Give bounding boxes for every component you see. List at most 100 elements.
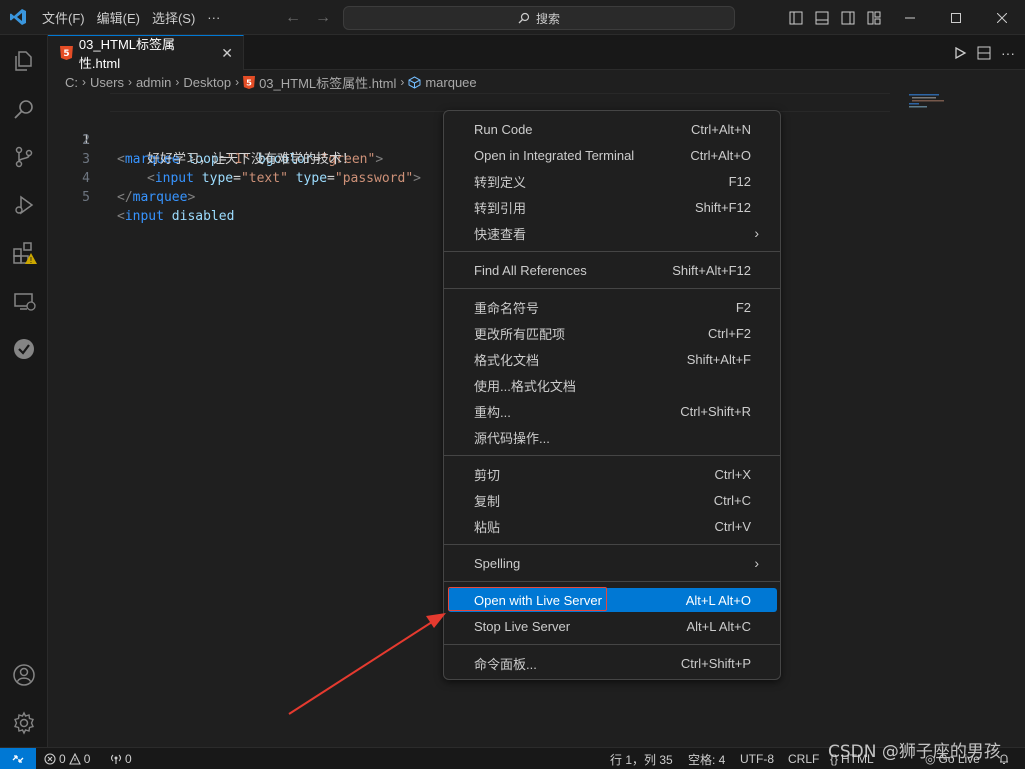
- menu-item-go-to-references[interactable]: 转到引用 Shift+F12: [448, 195, 777, 219]
- toggle-primary-sidebar-icon[interactable]: [783, 0, 809, 35]
- chevron-right-icon: ›: [235, 75, 240, 89]
- ports-indicator[interactable]: 0: [110, 748, 132, 769]
- chevron-right-icon: ›: [82, 75, 86, 89]
- command-center-search[interactable]: 搜索: [343, 6, 735, 30]
- menu-item-find-all-references[interactable]: Find All References Shift+Alt+F12: [448, 258, 777, 282]
- menu-item-stop-live-server[interactable]: Stop Live Server Alt+L Alt+C: [448, 614, 777, 638]
- menu-item-spelling[interactable]: Spelling ›: [448, 551, 777, 575]
- minimize-button[interactable]: [887, 0, 933, 35]
- close-window-button[interactable]: [979, 0, 1025, 35]
- settings-gear-icon[interactable]: [0, 699, 48, 747]
- svg-text:!: !: [29, 256, 32, 265]
- chevron-right-icon: ›: [754, 225, 759, 241]
- menu-item-shortcut: Shift+Alt+F: [686, 351, 751, 367]
- menu-item-shortcut: Shift+Alt+F12: [672, 262, 751, 278]
- menu-item-open-terminal[interactable]: Open in Integrated Terminal Ctrl+Alt+O: [448, 143, 777, 167]
- menu-item-cut[interactable]: 剪切 Ctrl+X: [448, 462, 777, 486]
- encoding[interactable]: UTF-8: [740, 748, 774, 769]
- menu-item-run-code[interactable]: Run Code Ctrl+Alt+N: [448, 117, 777, 141]
- menu-separator: [444, 288, 780, 289]
- forward-arrow-icon[interactable]: →: [315, 9, 331, 27]
- breadcrumb-admin[interactable]: admin: [136, 75, 171, 90]
- menu-item-label: Open in Integrated Terminal: [474, 147, 635, 163]
- menu-item-label: 转到定义: [474, 174, 527, 190]
- error-count: 0: [59, 752, 66, 766]
- chevron-right-icon: ›: [175, 75, 180, 89]
- remote-explorer-icon[interactable]: [0, 277, 48, 325]
- menu-item-label: Spelling: [474, 555, 521, 571]
- menu-item-shortcut: Alt+L Alt+O: [685, 592, 751, 608]
- menu-item-label: 重构...: [474, 404, 511, 420]
- menu-item-format-document-with[interactable]: 使用...格式化文档: [448, 373, 777, 397]
- menu-item-refactor[interactable]: 重构... Ctrl+Shift+R: [448, 399, 777, 423]
- warning-icon: [68, 753, 81, 765]
- maximize-button[interactable]: [933, 0, 979, 35]
- breadcrumb-users[interactable]: Users: [90, 75, 124, 90]
- breadcrumb-symbol[interactable]: marquee: [425, 75, 476, 90]
- menu-item-label: 格式化文档: [474, 352, 540, 368]
- menu-item-shortcut: Ctrl+X: [714, 466, 751, 482]
- tab-label: 03_HTML标签属性.html: [78, 37, 176, 71]
- token: >: [187, 190, 196, 205]
- breadcrumb-drive[interactable]: C:: [65, 75, 78, 90]
- ports-count: 0: [125, 752, 132, 766]
- menu-selection[interactable]: 选择(S): [146, 0, 201, 35]
- indentation[interactable]: 空格: 4: [688, 748, 725, 769]
- split-editor-icon[interactable]: [977, 46, 991, 60]
- menu-item-label: Find All References: [474, 262, 587, 278]
- run-debug-icon[interactable]: [0, 181, 48, 229]
- menu-item-shortcut: Ctrl+Alt+N: [691, 121, 751, 137]
- search-icon: [518, 12, 530, 24]
- minimap[interactable]: [908, 93, 948, 113]
- customize-layout-icon[interactable]: [861, 0, 887, 35]
- toggle-secondary-sidebar-icon[interactable]: [835, 0, 861, 35]
- menu-item-shortcut: Ctrl+Shift+R: [680, 403, 751, 419]
- remote-indicator-icon[interactable]: [0, 748, 36, 769]
- chevron-right-icon: ›: [754, 555, 759, 571]
- vscode-logo-icon: [0, 0, 36, 35]
- svg-text:5: 5: [246, 77, 252, 87]
- tab-html-file[interactable]: 5 03_HTML标签属性.html ✕: [48, 35, 244, 71]
- menu-item-format-document[interactable]: 格式化文档 Shift+Alt+F: [448, 347, 777, 371]
- search-view-icon[interactable]: [0, 85, 48, 133]
- menu-item-copy[interactable]: 复制 Ctrl+C: [448, 488, 777, 512]
- menu-item-source-action[interactable]: 源代码操作...: [448, 425, 777, 449]
- menu-item-label: 源代码操作...: [474, 430, 550, 446]
- menu-item-label: 转到引用: [474, 200, 527, 216]
- cursor-position[interactable]: 行 1，列 35: [610, 748, 673, 769]
- breadcrumb-file[interactable]: 03_HTML标签属性.html: [259, 73, 396, 92]
- tab-close-icon[interactable]: ✕: [221, 45, 233, 62]
- menu-separator: [444, 455, 780, 456]
- activity-bar: !: [0, 35, 48, 747]
- menu-item-rename-symbol[interactable]: 重命名符号 F2: [448, 295, 777, 319]
- menu-file[interactable]: 文件(F): [36, 0, 91, 35]
- menu-item-go-to-definition[interactable]: 转到定义 F12: [448, 169, 777, 193]
- accounts-icon[interactable]: [0, 651, 48, 699]
- menu-more[interactable]: ···: [201, 0, 226, 35]
- problems-indicator[interactable]: 0 0: [44, 748, 90, 769]
- menu-edit[interactable]: 编辑(E): [91, 0, 146, 35]
- menu-item-peek[interactable]: 快速查看 ›: [448, 221, 777, 245]
- menu-separator: [444, 251, 780, 252]
- menu-separator: [444, 644, 780, 645]
- testing-check-icon[interactable]: [0, 325, 48, 373]
- token: marquee: [132, 190, 188, 205]
- menu-item-command-palette[interactable]: 命令面板... Ctrl+Shift+P: [448, 651, 777, 675]
- menu-item-paste[interactable]: 粘贴 Ctrl+V: [448, 514, 777, 538]
- html-file-icon: 5: [60, 46, 73, 60]
- menu-item-change-all-occurrences[interactable]: 更改所有匹配项 Ctrl+F2: [448, 321, 777, 345]
- toggle-panel-icon[interactable]: [809, 0, 835, 35]
- source-control-icon[interactable]: [0, 133, 48, 181]
- back-arrow-icon[interactable]: ←: [285, 9, 301, 27]
- explorer-icon[interactable]: [0, 37, 48, 85]
- chevron-right-icon: ›: [400, 75, 405, 89]
- extensions-icon[interactable]: !: [0, 229, 48, 277]
- end-of-line[interactable]: CRLF: [788, 748, 819, 769]
- token: disabled: [163, 209, 235, 224]
- run-icon[interactable]: [953, 46, 967, 60]
- warning-count: 0: [83, 752, 91, 766]
- menu-item-shortcut: F12: [728, 173, 751, 189]
- breadcrumb-desktop[interactable]: Desktop: [183, 75, 231, 90]
- broadcast-icon: [110, 754, 122, 764]
- more-actions-icon[interactable]: ···: [1001, 45, 1015, 61]
